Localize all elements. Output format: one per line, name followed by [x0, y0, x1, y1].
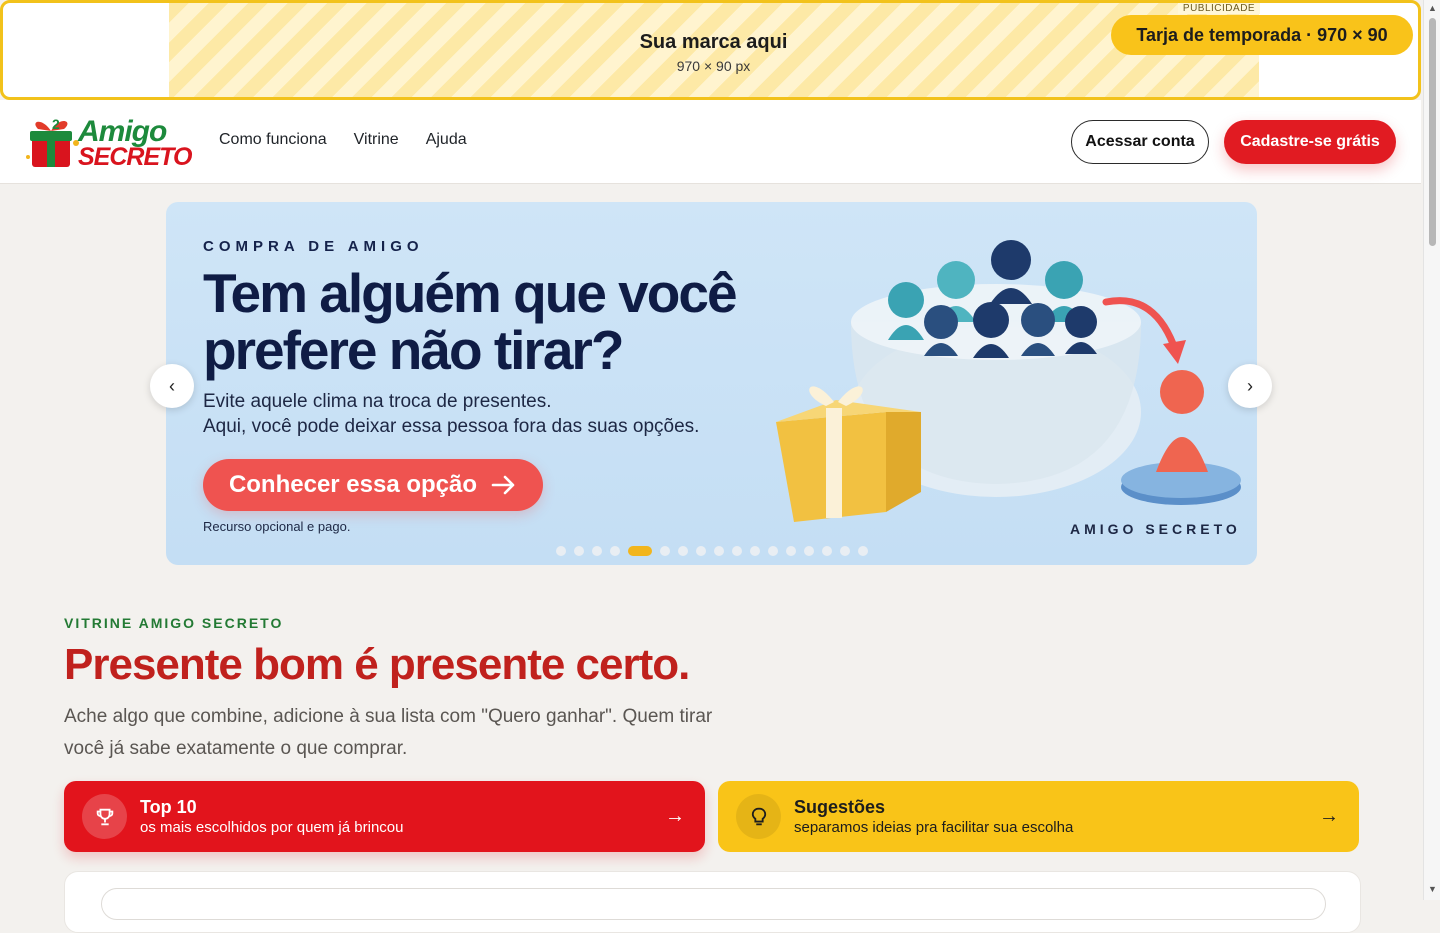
bottom-panel	[64, 871, 1361, 933]
showcase-title: Presente bom é presente certo.	[64, 640, 690, 689]
logo[interactable]: 2 Amigo SECRETO	[26, 109, 194, 175]
carousel-dot[interactable]	[628, 546, 652, 556]
card-sugestoes[interactable]: Sugestões separamos ideias pra facilitar…	[718, 781, 1359, 852]
ad-banner[interactable]: Sua marca aqui 970 × 90 px PUBLICIDADE T…	[0, 0, 1421, 100]
nav-como-funciona[interactable]: Como funciona	[219, 131, 327, 149]
card-top10-title: Top 10	[140, 797, 197, 817]
hero-illustration	[776, 240, 1241, 522]
card-top10[interactable]: Top 10 os mais escolhidos por quem já br…	[64, 781, 705, 852]
nav-vitrine[interactable]: Vitrine	[354, 131, 399, 149]
carousel-dot[interactable]	[660, 546, 670, 556]
carousel-prev-button[interactable]: ‹	[150, 364, 194, 408]
arrow-right-icon	[491, 475, 515, 495]
carousel-next-button[interactable]: ›	[1228, 364, 1272, 408]
showcase-description: Ache algo que combine, adicione à sua li…	[64, 706, 713, 759]
hero-desc-line-2: Aqui, você pode deixar essa pessoa fora …	[203, 416, 700, 437]
carousel-dot[interactable]	[786, 546, 796, 556]
hero-carousel: COMPRA DE AMIGO Tem alguém que você pref…	[166, 202, 1257, 565]
scroll-thumb[interactable]	[1429, 18, 1436, 246]
card-top10-subtitle: os mais escolhidos por quem já brincou	[140, 819, 404, 836]
carousel-dot[interactable]	[592, 546, 602, 556]
nav-ajuda[interactable]: Ajuda	[426, 131, 467, 149]
hero-brand: AMIGO SECRETO	[1070, 521, 1241, 537]
carousel-dot[interactable]	[804, 546, 814, 556]
carousel-dot[interactable]	[556, 546, 566, 556]
trophy-icon	[82, 794, 127, 839]
carousel-dot[interactable]	[610, 546, 620, 556]
scroll-up-icon[interactable]: ▲	[1427, 3, 1438, 13]
carousel-dot[interactable]	[574, 546, 584, 556]
carousel-dot[interactable]	[768, 546, 778, 556]
site-header: 2 Amigo SECRETO Como funciona Vitrine Aj…	[0, 100, 1421, 184]
ad-tag: PUBLICIDADE	[1178, 3, 1260, 14]
carousel-dot[interactable]	[732, 546, 742, 556]
carousel-dot[interactable]	[858, 546, 868, 556]
logo-word-secreto: SECRETO	[78, 143, 192, 171]
card-sugestoes-subtitle: separamos ideias pra facilitar sua escol…	[794, 819, 1074, 836]
card-sugestoes-title: Sugestões	[794, 797, 886, 817]
scrollbar[interactable]: ▲ ▼	[1423, 0, 1440, 900]
hero-title: Tem alguém que você prefere não tirar?	[203, 262, 738, 381]
carousel-dots	[556, 546, 868, 556]
lightbulb-icon	[736, 794, 781, 839]
hero-cta-label: Conhecer essa opção	[228, 471, 478, 498]
signup-button[interactable]: Cadastre-se grátis	[1224, 120, 1396, 164]
search-bar[interactable]	[101, 888, 1326, 920]
chevron-right-icon: ›	[1247, 375, 1253, 396]
arrow-right-icon: →	[665, 805, 685, 827]
carousel-dot[interactable]	[714, 546, 724, 556]
carousel-dot[interactable]	[750, 546, 760, 556]
chevron-left-icon: ‹	[169, 375, 175, 396]
carousel-dot[interactable]	[840, 546, 850, 556]
scroll-down-icon[interactable]: ▼	[1427, 884, 1438, 894]
svg-text:2: 2	[52, 116, 60, 132]
arrow-right-icon: →	[1319, 805, 1339, 827]
login-button[interactable]: Acessar conta	[1071, 120, 1209, 164]
carousel-dot[interactable]	[696, 546, 706, 556]
ad-size-label: 970 × 90 px	[676, 58, 751, 74]
showcase-eyebrow: VITRINE AMIGO SECRETO	[64, 615, 284, 631]
carousel-dot[interactable]	[678, 546, 688, 556]
hero-note: Recurso opcional e pago.	[203, 519, 351, 534]
hero-cta-button[interactable]: Conhecer essa opção	[203, 459, 543, 511]
ad-season-pill[interactable]: Tarja de temporada · 970 × 90	[1111, 15, 1413, 55]
hero-description: Evite aquele clima na troca de presentes…	[203, 389, 763, 439]
hero-desc-line-1: Evite aquele clima na troca de presentes…	[203, 391, 552, 412]
carousel-dot[interactable]	[822, 546, 832, 556]
main-nav: Como funciona Vitrine Ajuda	[219, 131, 467, 149]
gift-icon: 2	[26, 116, 79, 167]
hero-eyebrow: COMPRA DE AMIGO	[203, 238, 424, 255]
